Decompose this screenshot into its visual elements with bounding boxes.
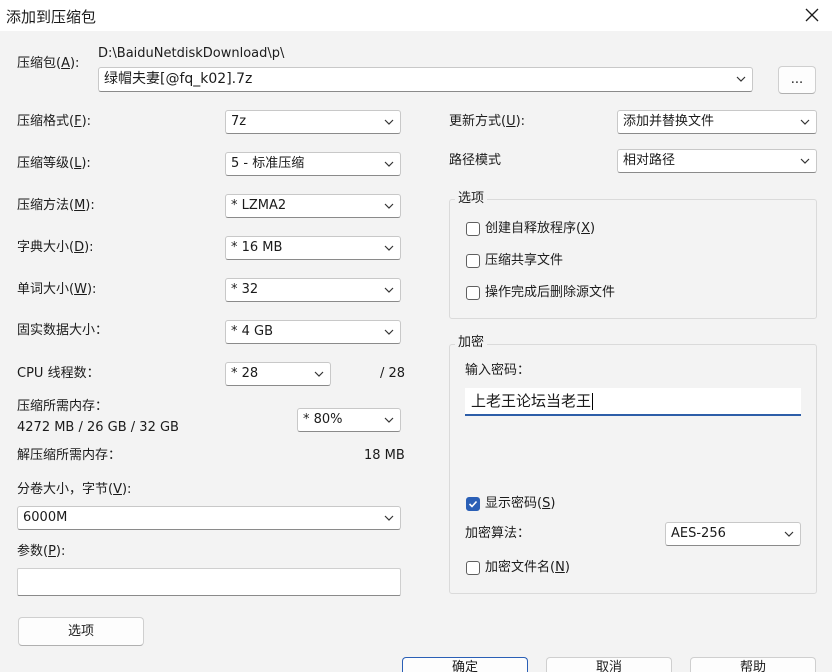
show-password-checkbox[interactable] — [466, 497, 480, 511]
threads-max: / 28 — [380, 366, 406, 381]
update-label: 更新方式(U): — [449, 114, 526, 129]
chevron-down-icon — [314, 371, 324, 377]
password-value: 上老王论坛当老王 — [471, 392, 592, 410]
encrypt-names-checkbox[interactable] — [466, 561, 480, 575]
decompress-memory-label: 解压缩所需内存： — [17, 448, 122, 463]
archive-name-value: 绿帽夫妻[@fq_k02].7z — [104, 71, 253, 87]
archive-name-combo[interactable]: 绿帽夫妻[@fq_k02].7z — [98, 67, 753, 92]
help-button[interactable]: 帮助 — [690, 657, 816, 672]
title-bar: 添加到压缩包 — [0, 0, 832, 31]
archive-label: 压缩包(A): — [17, 56, 80, 71]
sfx-label: 创建自释放程序(X) — [485, 221, 596, 236]
solid-combo[interactable]: * 4 GB — [225, 320, 401, 344]
params-label: 参数(P): — [17, 544, 66, 559]
chevron-down-icon — [384, 515, 394, 521]
chevron-down-icon — [384, 161, 394, 167]
chevron-down-icon — [736, 76, 746, 82]
word-label: 单词大小(W): — [17, 282, 97, 297]
delete-checkbox[interactable] — [466, 286, 480, 300]
archive-path: D:\BaiduNetdiskDownload\p\ — [98, 46, 285, 61]
update-value: 添加并替换文件 — [623, 114, 715, 129]
show-password-label: 显示密码(S) — [485, 496, 556, 511]
volume-label: 分卷大小，字节(V): — [17, 482, 132, 497]
threads-label: CPU 线程数： — [17, 366, 100, 381]
shared-label: 压缩共享文件 — [485, 253, 564, 268]
memory-detail: 4272 MB / 26 GB / 32 GB — [17, 420, 179, 435]
cancel-button[interactable]: 取消 — [546, 657, 672, 672]
chevron-down-icon — [384, 245, 394, 251]
password-input[interactable]: 上老王论坛当老王 — [465, 388, 801, 416]
window-title: 添加到压缩包 — [6, 8, 97, 26]
encryption-method-combo[interactable]: AES-256 — [665, 522, 801, 546]
shared-checkbox[interactable] — [466, 254, 480, 268]
threads-combo[interactable]: * 28 — [225, 362, 331, 386]
chevron-down-icon — [384, 287, 394, 293]
volume-combo[interactable]: 6000M — [17, 506, 401, 530]
encryption-method-label: 加密算法： — [465, 526, 531, 541]
dict-value: * 16 MB — [231, 240, 283, 255]
format-combo[interactable]: 7z — [225, 110, 401, 134]
encryption-group-title: 加密 — [455, 334, 488, 352]
method-label: 压缩方法(M): — [17, 198, 95, 213]
chevron-down-icon — [800, 119, 810, 125]
browse-button[interactable]: ... — [778, 66, 816, 94]
password-label: 输入密码： — [465, 363, 531, 378]
decompress-memory-value: 18 MB — [364, 448, 405, 463]
memory-value: * 80% — [303, 412, 343, 427]
solid-value: * 4 GB — [231, 324, 274, 339]
text-caret — [592, 393, 594, 410]
update-combo[interactable]: 添加并替换文件 — [617, 110, 817, 134]
volume-value: 6000M — [23, 510, 68, 525]
dict-label: 字典大小(D): — [17, 240, 94, 255]
sfx-checkbox[interactable] — [466, 222, 480, 236]
format-label: 压缩格式(F): — [17, 114, 92, 129]
check-icon — [468, 500, 478, 508]
chevron-down-icon — [384, 203, 394, 209]
encrypt-names-label: 加密文件名(N) — [485, 560, 570, 575]
level-combo[interactable]: 5 - 标准压缩 — [225, 152, 401, 176]
encryption-group — [449, 344, 817, 594]
encryption-method-value: AES-256 — [671, 526, 726, 541]
ok-button[interactable]: 确定 — [402, 657, 528, 672]
options-group-title: 选项 — [455, 190, 488, 208]
method-value: * LZMA2 — [231, 198, 287, 213]
memory-combo[interactable]: * 80% — [297, 408, 401, 432]
method-combo[interactable]: * LZMA2 — [225, 194, 401, 218]
word-combo[interactable]: * 32 — [225, 278, 401, 302]
close-icon[interactable] — [800, 4, 824, 26]
dict-combo[interactable]: * 16 MB — [225, 236, 401, 260]
options-button[interactable]: 选项 — [18, 617, 144, 646]
path-mode-label: 路径模式 — [449, 153, 502, 168]
params-input[interactable] — [17, 568, 401, 596]
level-value: 5 - 标准压缩 — [231, 156, 305, 171]
chevron-down-icon — [800, 158, 810, 164]
chevron-down-icon — [784, 531, 794, 537]
path-mode-combo[interactable]: 相对路径 — [617, 149, 817, 173]
level-label: 压缩等级(L): — [17, 156, 91, 171]
format-value: 7z — [231, 114, 247, 129]
memory-label: 压缩所需内存： — [17, 399, 109, 414]
chevron-down-icon — [384, 119, 394, 125]
delete-label: 操作完成后删除源文件 — [485, 285, 616, 300]
threads-value: * 28 — [231, 366, 259, 381]
chevron-down-icon — [384, 417, 394, 423]
path-mode-value: 相对路径 — [623, 153, 676, 168]
chevron-down-icon — [384, 329, 394, 335]
solid-label: 固实数据大小： — [17, 323, 109, 338]
word-value: * 32 — [231, 282, 259, 297]
